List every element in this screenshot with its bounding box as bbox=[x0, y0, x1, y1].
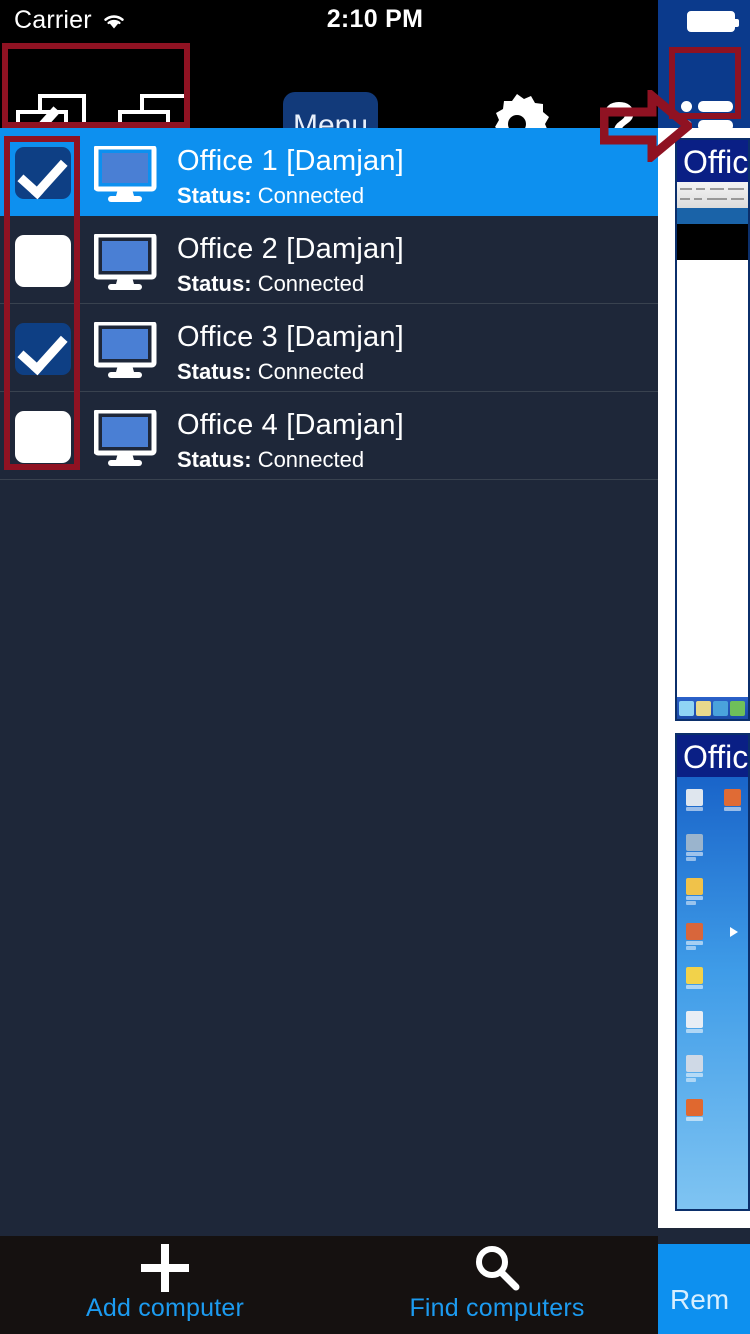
status-bar: Carrier 2:10 PM bbox=[0, 0, 750, 42]
status-value: Connected bbox=[257, 271, 365, 296]
computer-info: Office 1 [Damjan] Status: Connected bbox=[177, 144, 404, 210]
taskbar-icon bbox=[696, 700, 711, 716]
thumbnail-body bbox=[677, 777, 748, 1209]
computer-name: Office 2 [Damjan] bbox=[177, 233, 404, 265]
computer-checkbox[interactable] bbox=[15, 147, 71, 199]
desktop-icon bbox=[686, 878, 703, 905]
status-label: Status: bbox=[177, 359, 252, 384]
add-computer-label: Add computer bbox=[85, 1294, 245, 1322]
thumbnail-desktop bbox=[677, 777, 748, 1209]
computer-info: Office 3 [Damjan] Status: Connected bbox=[177, 320, 404, 386]
computer-info: Office 4 [Damjan] Status: Connected bbox=[177, 408, 404, 474]
computer-status: Status: Connected bbox=[177, 446, 404, 474]
computer-list-item[interactable]: Office 2 [Damjan] Status: Connected bbox=[0, 216, 658, 304]
monitor-icon bbox=[93, 408, 157, 466]
red-arrow-icon bbox=[600, 90, 692, 162]
thumbnail-document-area bbox=[677, 260, 748, 697]
thumbnail-taskbar bbox=[677, 697, 748, 719]
status-value: Connected bbox=[257, 359, 365, 384]
monitor-icon-wrap bbox=[93, 408, 162, 466]
monitor-icon bbox=[93, 232, 157, 290]
add-computer-button[interactable]: Add computer bbox=[40, 1236, 290, 1334]
desktop-icon bbox=[686, 923, 703, 950]
search-icon bbox=[372, 1236, 622, 1294]
monitor-icon-wrap bbox=[93, 144, 162, 202]
status-label: Status: bbox=[177, 183, 252, 208]
bottom-toolbar: Add computer Find computers bbox=[0, 1236, 658, 1334]
top-toolbar: Menu ? bbox=[0, 42, 750, 162]
desktop-icon bbox=[724, 789, 741, 811]
find-computers-button[interactable]: Find computers bbox=[372, 1236, 622, 1334]
computer-status: Status: Connected bbox=[177, 182, 404, 210]
desktop-icon bbox=[686, 789, 703, 811]
computer-status: Status: Connected bbox=[177, 270, 404, 298]
computer-list-item[interactable]: Office 3 [Damjan] Status: Connected bbox=[0, 304, 658, 392]
computer-checkbox[interactable] bbox=[15, 411, 71, 463]
taskbar-icon bbox=[713, 700, 728, 716]
desktop-icon bbox=[686, 834, 703, 861]
monitor-icon bbox=[93, 144, 157, 202]
thumbnail-toolbar-strip bbox=[677, 182, 748, 208]
desktop-icon bbox=[686, 1099, 703, 1121]
thumbnail-panel: Office bbox=[658, 128, 750, 1228]
clock-label: 2:10 PM bbox=[326, 5, 424, 33]
computer-list-item[interactable]: Office 4 [Damjan] Status: Connected bbox=[0, 392, 658, 480]
computer-checkbox[interactable] bbox=[15, 235, 71, 287]
taskbar-icon bbox=[730, 700, 745, 716]
app-root: Carrier 2:10 PM Menu ? Office 1 [Damjan]… bbox=[0, 0, 750, 1334]
monitor-icon-wrap bbox=[93, 320, 162, 378]
computer-list-item[interactable]: Office 1 [Damjan] Status: Connected bbox=[0, 128, 658, 216]
thumbnail-window[interactable]: Office bbox=[675, 138, 750, 721]
desktop-icon bbox=[686, 1055, 703, 1082]
desktop-icon bbox=[686, 967, 703, 989]
taskbar-icon bbox=[679, 700, 694, 716]
status-value: Connected bbox=[257, 447, 365, 472]
remove-button[interactable]: Rem bbox=[658, 1244, 750, 1334]
computer-name: Office 4 [Damjan] bbox=[177, 409, 404, 441]
plus-icon bbox=[40, 1236, 290, 1294]
computer-list: Office 1 [Damjan] Status: Connected Offic… bbox=[0, 128, 658, 1228]
computer-name: Office 1 [Damjan] bbox=[177, 145, 404, 177]
desktop-icon bbox=[686, 1011, 703, 1033]
computer-checkbox[interactable] bbox=[15, 323, 71, 375]
find-computers-label: Find computers bbox=[409, 1294, 585, 1322]
battery-icon bbox=[687, 11, 739, 32]
computer-info: Office 2 [Damjan] Status: Connected bbox=[177, 232, 404, 298]
monitor-icon-wrap bbox=[93, 232, 162, 290]
computer-name: Office 3 [Damjan] bbox=[177, 321, 404, 353]
thumbnail-blue-bar bbox=[677, 208, 748, 224]
status-value: Connected bbox=[257, 183, 365, 208]
thumbnail-title: Office bbox=[677, 735, 748, 777]
thumbnail-black-area bbox=[677, 224, 748, 260]
mouse-cursor-icon bbox=[730, 927, 738, 937]
thumbnail-body bbox=[677, 182, 748, 719]
computer-status: Status: Connected bbox=[177, 358, 404, 386]
status-label: Status: bbox=[177, 447, 252, 472]
thumbnail-window[interactable]: Office bbox=[675, 733, 750, 1211]
status-label: Status: bbox=[177, 271, 252, 296]
monitor-icon bbox=[93, 320, 157, 378]
